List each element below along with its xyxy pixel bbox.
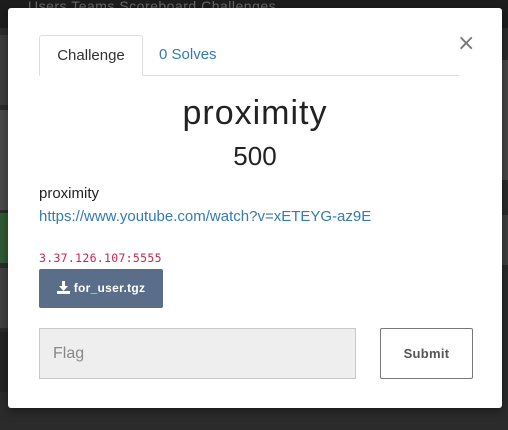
background-panel bbox=[502, 60, 508, 180]
tab-challenge[interactable]: Challenge bbox=[39, 35, 143, 76]
modal-tabs: Challenge 0 Solves bbox=[39, 35, 459, 76]
close-icon[interactable]: × bbox=[457, 33, 475, 55]
download-icon bbox=[56, 281, 70, 294]
connection-info: 3.37.126.107:5555 bbox=[39, 251, 162, 265]
download-label: for_user.tgz bbox=[73, 281, 146, 295]
tab-solves[interactable]: 0 Solves bbox=[143, 35, 233, 75]
background-panel bbox=[502, 215, 508, 265]
background-panel bbox=[0, 268, 8, 328]
challenge-points: 500 bbox=[233, 141, 277, 171]
submit-button[interactable]: Submit bbox=[380, 328, 473, 379]
background-panel bbox=[0, 35, 8, 105]
challenge-title: proximity bbox=[182, 94, 328, 132]
background-panel bbox=[0, 213, 8, 263]
background-panel bbox=[0, 110, 8, 210]
challenge-description: proximity bbox=[39, 185, 100, 202]
download-button[interactable]: for_user.tgz bbox=[39, 269, 163, 308]
challenge-modal: × Challenge 0 Solves proximity 500 proxi… bbox=[8, 8, 502, 408]
flag-input[interactable] bbox=[39, 328, 356, 379]
challenge-link[interactable]: https://www.youtube.com/watch?v=xETEYG-a… bbox=[39, 208, 371, 225]
background-panel bbox=[0, 332, 8, 392]
